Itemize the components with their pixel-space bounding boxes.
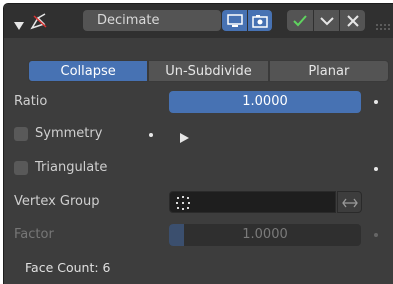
invert-arrows-icon [341, 198, 358, 208]
ratio-value: 1.0000 [242, 94, 288, 109]
extra-options-button[interactable] [314, 10, 339, 31]
symmetry-keyframe-dot[interactable] [149, 133, 153, 137]
factor-slider[interactable]: 1.0000 [169, 224, 361, 246]
apply-button[interactable] [287, 10, 313, 31]
vertex-group-icon [176, 196, 190, 218]
display-in-viewport-button[interactable] [222, 10, 247, 31]
display-in-viewport-icon [226, 13, 243, 27]
vertex-group-label: Vertex Group [14, 194, 100, 209]
decimate-modifier-icon [30, 12, 48, 34]
display-in-render-icon [252, 14, 268, 28]
mode-planar-button[interactable]: Planar [268, 60, 389, 82]
factor-value: 1.0000 [242, 227, 288, 242]
modifier-name-field[interactable]: Decimate [83, 10, 221, 31]
mode-collapse-button[interactable]: Collapse [28, 60, 149, 82]
vertex-group-field[interactable] [169, 191, 336, 213]
close-icon [346, 14, 359, 27]
ratio-keyframe-dot[interactable] [374, 100, 378, 104]
factor-keyframe-dot [374, 233, 378, 237]
modifier-header: Decimate [4, 4, 393, 38]
triangulate-keyframe-dot[interactable] [374, 167, 378, 171]
ratio-slider[interactable]: 1.0000 [169, 91, 361, 113]
mode-unsubdivide-button[interactable]: Un-Subdivide [148, 60, 269, 82]
face-count-text: Face Count: 6 [25, 260, 111, 275]
symmetry-checkbox[interactable] [14, 127, 28, 141]
chevron-down-icon [319, 16, 334, 25]
ratio-label: Ratio [14, 94, 48, 109]
decimate-mode-selector: Collapse Un-Subdivide Planar [28, 60, 389, 82]
invert-vertex-group-button[interactable] [337, 191, 362, 213]
check-icon [293, 14, 307, 26]
symmetry-label: Symmetry [35, 126, 103, 141]
triangulate-label: Triangulate [35, 160, 108, 175]
disclosure-triangle-icon[interactable] [180, 128, 189, 147]
delete-modifier-button[interactable] [340, 10, 365, 31]
factor-label: Factor [14, 227, 54, 242]
factor-slider-fill [169, 224, 184, 246]
drag-handle-icon[interactable] [376, 17, 390, 36]
modifier-panel: Decimate Collapse Un-Subdivide Planar Ra… [3, 3, 393, 284]
triangle-down-icon[interactable] [14, 16, 24, 35]
display-in-render-button[interactable] [248, 10, 272, 31]
triangulate-checkbox[interactable] [14, 161, 28, 175]
